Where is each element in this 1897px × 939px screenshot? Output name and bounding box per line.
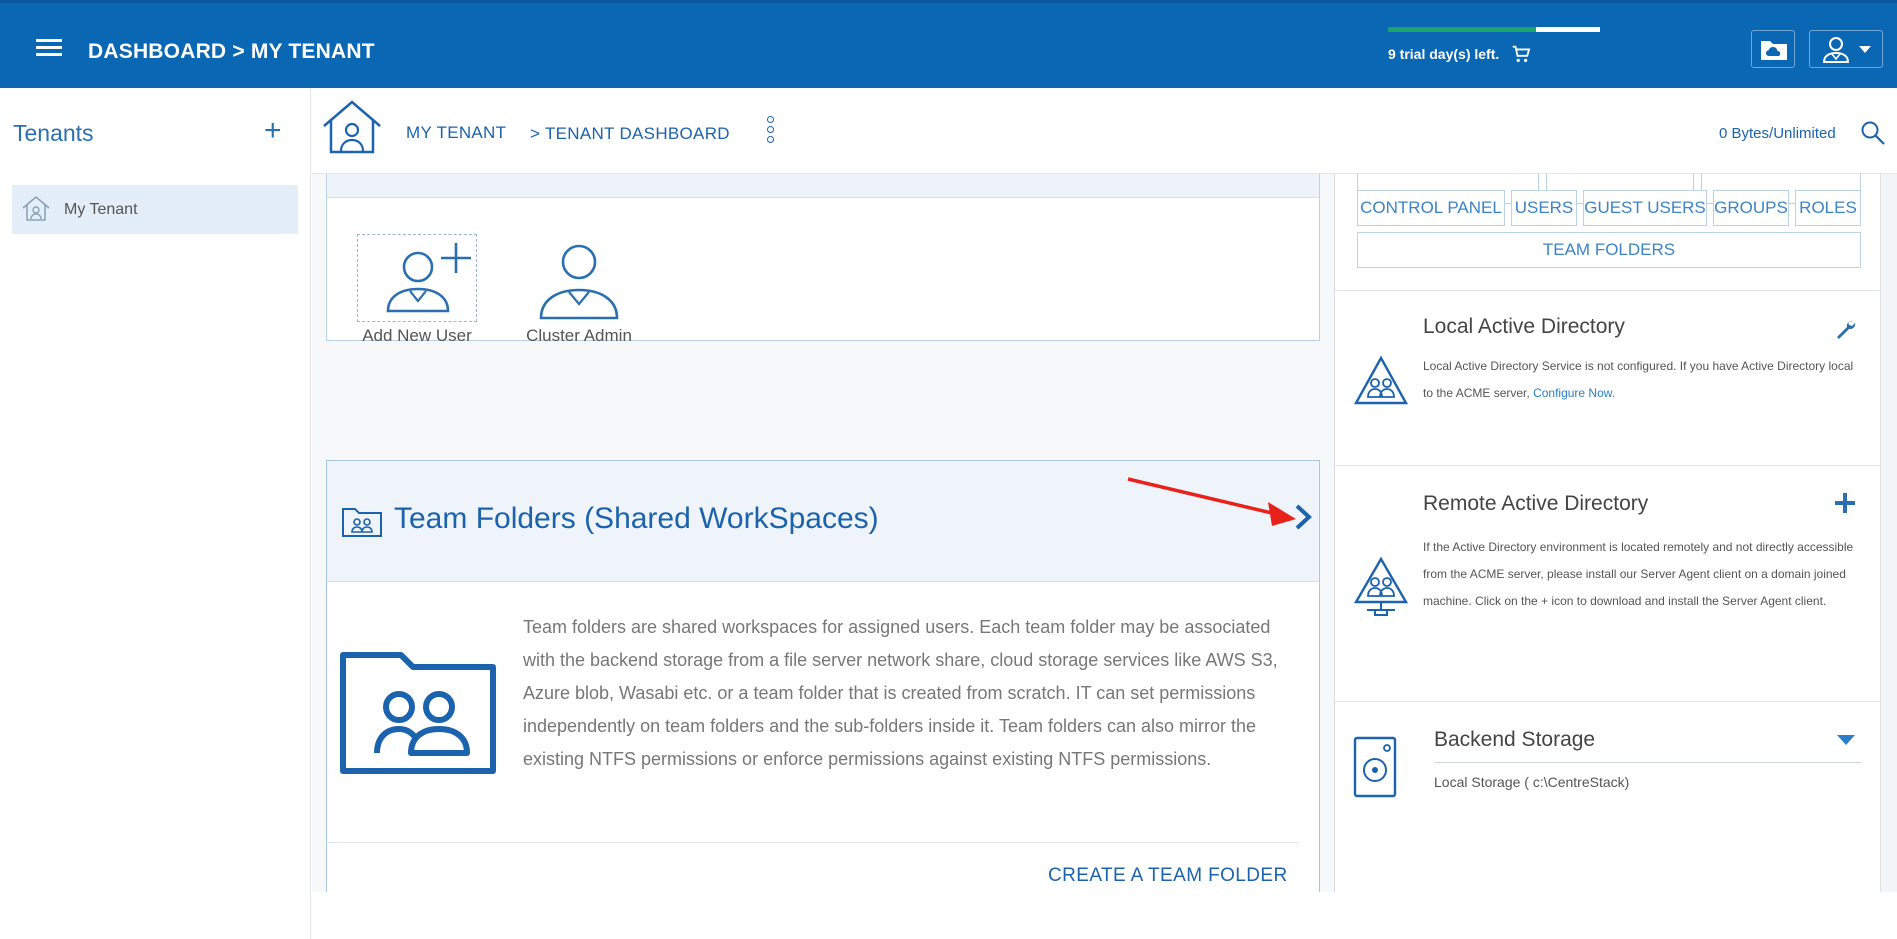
storage-usage-text: 0 Bytes/Unlimited	[1719, 125, 1836, 142]
breadcrumb-tenant-dashboard[interactable]: > TENANT DASHBOARD	[530, 124, 730, 144]
trial-progress-bar	[1388, 27, 1600, 32]
configure-now-link[interactable]: Configure Now.	[1533, 386, 1615, 400]
search-icon[interactable]	[1860, 120, 1886, 146]
tenant-header: MY TENANT > TENANT DASHBOARD 0 Bytes/Unl…	[312, 88, 1897, 174]
user-icon	[539, 244, 619, 320]
plus-icon[interactable]	[1833, 491, 1857, 515]
cluster-admin-tile[interactable]: Cluster Admin	[519, 234, 639, 346]
tenants-title: Tenants	[13, 120, 94, 146]
users-card-header	[327, 174, 1319, 198]
add-tenant-button[interactable]: +	[264, 114, 282, 148]
local-ad-text: Local Active Directory Service is not co…	[1423, 359, 1854, 400]
add-user-icon	[386, 243, 471, 313]
button-section	[1335, 174, 1880, 291]
trial-days-text: 9 trial day(s) left.	[1388, 46, 1500, 62]
team-folders-title: Team Folders (Shared WorkSpaces)	[394, 502, 879, 535]
local-ad-description: Local Active Directory Service is not co…	[1423, 353, 1863, 407]
divider	[327, 842, 1299, 843]
add-new-user-label: Add New User	[362, 326, 472, 345]
team-folder-large-icon	[340, 652, 496, 774]
team-folders-description: Team folders are shared workspaces for a…	[523, 617, 1278, 769]
cloud-folder-button[interactable]	[1751, 30, 1795, 68]
remote-ad-title: Remote Active Directory	[1423, 492, 1649, 515]
create-team-folder-link[interactable]: CREATE A TEAM FOLDER	[1048, 865, 1288, 887]
user-menu-button[interactable]	[1809, 30, 1883, 68]
sidebar-item-my-tenant[interactable]: My Tenant	[12, 185, 298, 234]
active-directory-icon	[1353, 355, 1409, 405]
backend-divider	[1434, 762, 1862, 763]
local-ad-title: Local Active Directory	[1423, 315, 1625, 338]
add-user-box	[357, 234, 477, 322]
user-menu-icon	[1822, 37, 1871, 63]
hard-drive-icon	[1353, 736, 1397, 798]
remote-ad-description: If the Active Directory environment is l…	[1423, 540, 1854, 608]
tenant-home-icon[interactable]	[320, 98, 384, 156]
local-ad-section: Local Active Directory Local Active Dire…	[1335, 291, 1880, 466]
sidebar-item-label: My Tenant	[64, 201, 138, 218]
trial-progress-fill	[1388, 27, 1537, 32]
top-bar: DASHBOARD > MY TENANT 9 trial day(s) lef…	[0, 0, 1897, 88]
hamburger-menu-icon[interactable]	[36, 39, 62, 61]
chevron-down-icon[interactable]	[1836, 734, 1856, 746]
wrench-icon[interactable]	[1833, 317, 1857, 341]
remote-directory-icon	[1353, 556, 1409, 616]
more-options-icon[interactable]	[766, 116, 776, 150]
cluster-admin-label: Cluster Admin	[526, 326, 632, 345]
cloud-folder-icon	[1761, 41, 1787, 60]
home-icon	[22, 195, 50, 221]
tenants-sidebar: Tenants + My Tenant	[0, 88, 311, 939]
page-breadcrumb-title: DASHBOARD > MY TENANT	[88, 40, 375, 63]
breadcrumb-tenant[interactable]: MY TENANT	[406, 123, 506, 143]
users-card: Add New User Cluster Admin	[326, 174, 1320, 345]
backend-storage-title: Backend Storage	[1434, 728, 1596, 751]
backend-storage-section: Backend Storage Local Storage ( c:\Centr…	[1335, 702, 1880, 892]
backend-storage-value: Local Storage ( c:\CentreStack)	[1434, 774, 1630, 790]
red-arrow-annotation	[1127, 477, 1296, 526]
remote-ad-section: Remote Active Directory If the Active Di…	[1335, 466, 1880, 702]
team-folder-icon	[342, 508, 382, 537]
cart-icon[interactable]	[1510, 43, 1532, 65]
scrollbar[interactable]	[1880, 174, 1897, 892]
add-new-user-tile[interactable]: Add New User	[357, 234, 477, 346]
right-panel: CONTROL PANEL USERS GUEST USERS GROUPS R…	[1334, 174, 1880, 892]
footer-blank	[312, 892, 1897, 939]
